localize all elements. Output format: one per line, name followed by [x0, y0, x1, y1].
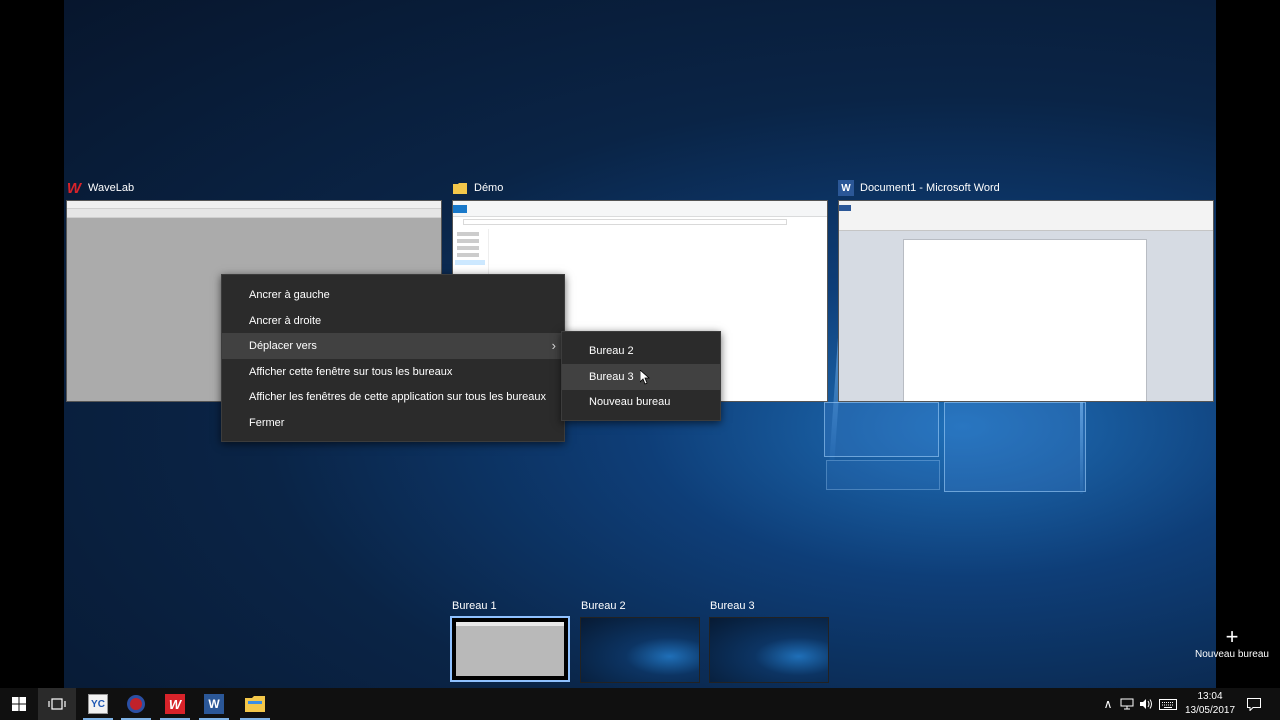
- wallpaper-light-beam: [1080, 402, 1083, 494]
- speaker-icon: [1140, 699, 1152, 709]
- menu-item-snap-right[interactable]: Ancrer à droite: [222, 308, 564, 334]
- network-button[interactable]: [1118, 688, 1136, 720]
- chevron-up-icon: ∧: [1103, 697, 1113, 711]
- explorer-ribbon: [453, 201, 827, 217]
- notification-icon: [1247, 697, 1261, 711]
- volume-button[interactable]: [1138, 688, 1154, 720]
- wallpaper-window-pane: [826, 460, 940, 490]
- window-title-word[interactable]: W Document1 - Microsoft Word: [838, 178, 1000, 198]
- desktop-preview: [456, 622, 564, 676]
- word-file-tab: [839, 205, 851, 211]
- word-icon: W: [204, 694, 224, 714]
- folder-icon: [452, 180, 468, 196]
- new-desktop-label: Nouveau bureau: [1195, 649, 1269, 660]
- desktop-label-1: Bureau 1: [452, 600, 497, 612]
- show-hidden-icons-button[interactable]: ∧: [1100, 688, 1116, 720]
- yc-app-icon: YC: [88, 694, 108, 714]
- nav-item: [457, 253, 479, 257]
- window-title-text: Démo: [474, 182, 504, 194]
- taskbar-app-wavelab[interactable]: W: [156, 688, 194, 720]
- taskbar-app-word[interactable]: W: [195, 688, 233, 720]
- submenu-item-new-desktop[interactable]: Nouveau bureau: [562, 389, 720, 415]
- network-icon: [1120, 698, 1134, 710]
- desktop-thumbnail-2[interactable]: [580, 617, 700, 683]
- task-view-icon: [48, 698, 66, 710]
- chevron-right-icon: ›: [551, 338, 556, 353]
- wavelab-toolbar: [67, 209, 441, 218]
- clock[interactable]: 13:04 13/05/2017: [1184, 690, 1236, 718]
- wavelab-icon: W: [165, 694, 185, 714]
- menu-item-close[interactable]: Fermer: [222, 410, 564, 436]
- menu-item-show-window-all-desktops[interactable]: Afficher cette fenêtre sur tous les bure…: [222, 359, 564, 385]
- window-context-menu: Ancrer à gauche Ancrer à droite Déplacer…: [221, 274, 565, 442]
- window-thumbnail-word[interactable]: [838, 200, 1214, 402]
- nav-item: [457, 239, 479, 243]
- menu-item-label: Déplacer vers: [249, 340, 317, 352]
- windows-logo-icon: [12, 697, 26, 711]
- window-title-wavelab[interactable]: W WaveLab: [66, 178, 134, 198]
- keyboard-button[interactable]: [1156, 688, 1180, 720]
- keyboard-icon: [1159, 698, 1177, 710]
- wavelab-icon: W: [66, 179, 82, 197]
- new-desktop-button[interactable]: + Nouveau bureau: [1192, 626, 1272, 666]
- plus-icon: +: [1225, 624, 1239, 649]
- media-recorder-icon: [127, 695, 145, 713]
- taskbar-app-explorer[interactable]: [236, 688, 274, 720]
- nav-item: [457, 232, 479, 236]
- window-title-demo[interactable]: Démo: [452, 178, 503, 198]
- word-document-page: [903, 239, 1147, 401]
- menu-item-move-to[interactable]: Déplacer vers ›: [222, 333, 564, 359]
- explorer-file-tab: [453, 205, 467, 213]
- nav-item-selected: [455, 260, 485, 265]
- desktop-thumbnail-3[interactable]: [709, 617, 829, 683]
- nav-item: [457, 246, 479, 250]
- wallpaper-window-pane: [944, 402, 1086, 492]
- menu-item-snap-left[interactable]: Ancrer à gauche: [222, 282, 564, 308]
- clock-time: 13:04: [1197, 691, 1223, 702]
- action-center-button[interactable]: [1242, 688, 1266, 720]
- desktop-label-2: Bureau 2: [581, 600, 626, 612]
- window-title-text: WaveLab: [88, 182, 135, 194]
- submenu-item-bureau-2[interactable]: Bureau 2: [562, 338, 720, 364]
- task-view-button[interactable]: [38, 688, 76, 720]
- window-title-text: Document1 - Microsoft Word: [860, 182, 1000, 194]
- wallpaper-window-pane: [824, 402, 939, 457]
- taskbar-app-recorder[interactable]: [117, 688, 155, 720]
- word-ribbon: [839, 201, 1213, 231]
- menu-item-show-app-all-desktops[interactable]: Afficher les fenêtres de cette applicati…: [222, 384, 564, 410]
- taskbar-app-yc[interactable]: YC: [79, 688, 117, 720]
- explorer-nav-pane: [453, 229, 489, 277]
- desktop-label-3: Bureau 3: [710, 600, 755, 612]
- word-icon: W: [838, 180, 854, 196]
- task-view-background: W WaveLab Démo W Document1 - Microsoft W…: [64, 0, 1216, 688]
- explorer-address-bar: [463, 219, 787, 225]
- mouse-cursor-icon: [640, 370, 650, 385]
- wavelab-menubar: [67, 201, 441, 209]
- file-explorer-icon: [245, 696, 265, 712]
- taskbar: YC W W ∧ 13:04 13/05/2017: [0, 688, 1280, 720]
- clock-date: 13/05/2017: [1184, 705, 1236, 716]
- start-button[interactable]: [0, 688, 38, 720]
- desktop-thumbnail-1[interactable]: [450, 616, 570, 682]
